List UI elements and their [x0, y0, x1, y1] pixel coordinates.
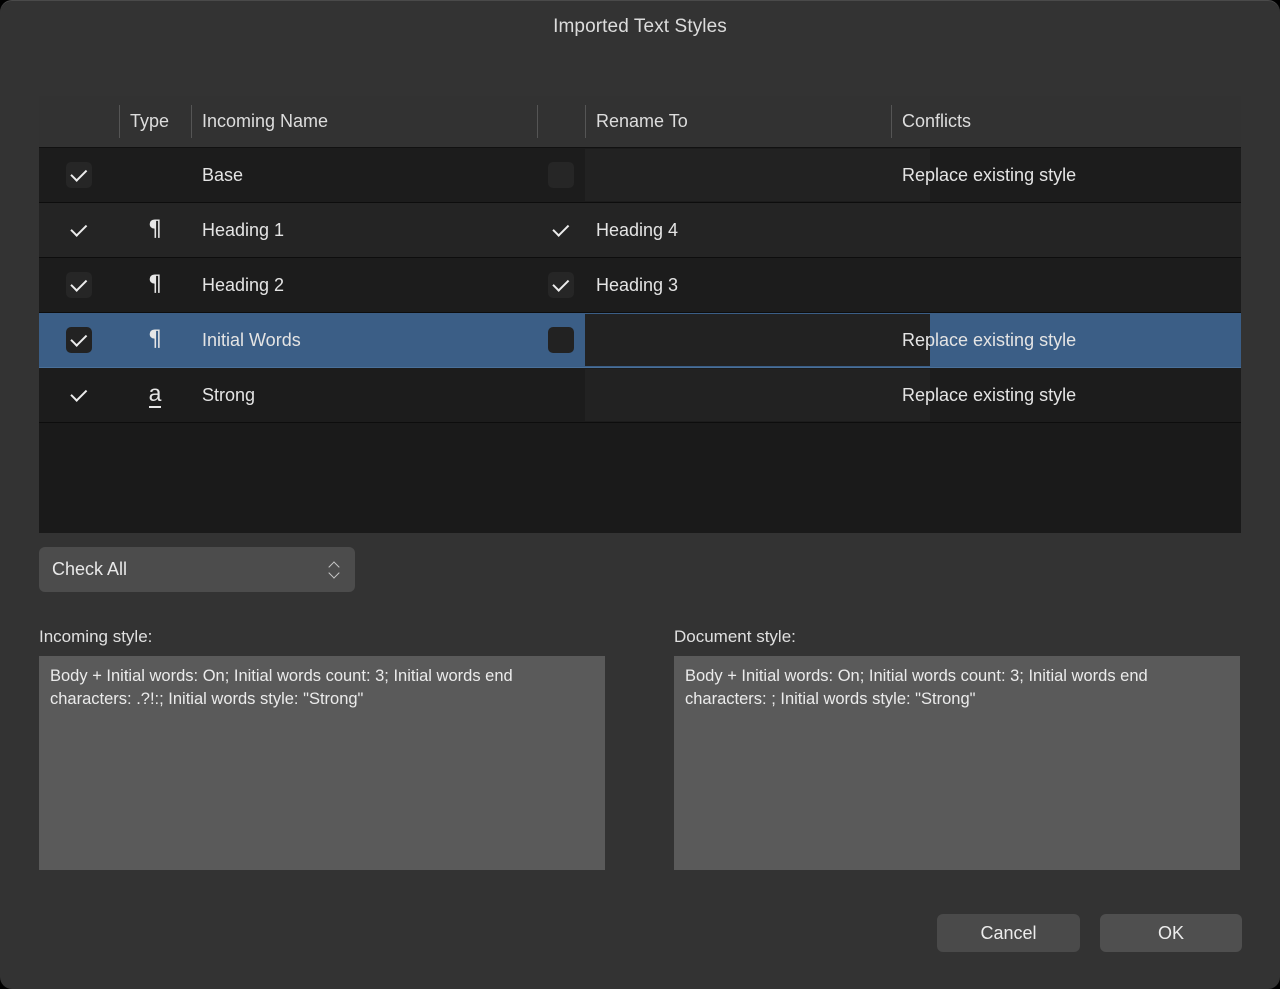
- row-rename-to-cell[interactable]: Heading 3: [585, 258, 891, 312]
- row-type-cell: a: [119, 368, 191, 422]
- row-include-cell: [39, 313, 119, 367]
- row-incoming-name-cell: Base: [191, 148, 537, 202]
- conflict-status-text: Replace existing style: [902, 384, 1077, 405]
- row-conflicts-cell: [891, 258, 1241, 312]
- ok-button[interactable]: OK: [1100, 914, 1242, 952]
- row-type-cell: ¶: [119, 258, 191, 312]
- row-conflicts-cell: Replace existing style: [891, 368, 1241, 422]
- chevron-updown-icon: [319, 562, 349, 577]
- cancel-button[interactable]: Cancel: [937, 914, 1080, 952]
- checkmark-icon: [69, 164, 87, 182]
- document-style-label: Document style:: [674, 627, 796, 646]
- page-title: Imported Text Styles: [553, 16, 727, 37]
- paragraph-style-icon: ¶: [148, 272, 162, 297]
- column-header-check[interactable]: [39, 96, 119, 147]
- table-body: Base Replace existing style ¶ Heading 1 Head…: [39, 148, 1241, 423]
- incoming-name-text: Initial Words: [202, 329, 301, 350]
- rename-checkbox[interactable]: [548, 272, 574, 298]
- character-style-icon: a: [148, 380, 162, 408]
- checkmark-icon: [69, 274, 87, 292]
- conflict-status-text: Replace existing style: [902, 329, 1077, 350]
- row-incoming-name-cell: Initial Words: [191, 313, 537, 367]
- row-conflicts-cell: Replace existing style: [891, 148, 1241, 202]
- row-rename-to-cell[interactable]: Heading 4: [585, 203, 891, 257]
- table-row[interactable]: a Strong Replace existing style: [39, 368, 1241, 423]
- row-rename-to-cell[interactable]: [585, 313, 891, 367]
- conflict-status-text: Replace existing style: [902, 164, 1077, 185]
- check-all-popup-button[interactable]: Check All: [39, 547, 355, 592]
- include-checkbox[interactable]: [66, 382, 92, 408]
- imported-text-styles-dialog: Imported Text Styles Type Incoming Name …: [0, 0, 1280, 989]
- checkmark-icon: [69, 329, 87, 347]
- row-rename-toggle-cell: [537, 258, 585, 312]
- column-header-rename-to[interactable]: Rename To: [585, 96, 891, 147]
- document-style-text: Body + Initial words: On; Initial words …: [685, 667, 1148, 708]
- incoming-name-text: Strong: [202, 384, 256, 405]
- row-rename-to-cell[interactable]: [585, 148, 891, 202]
- row-type-cell: ¶: [119, 203, 191, 257]
- row-type-cell: ¶: [119, 313, 191, 367]
- row-incoming-name-cell: Strong: [191, 368, 537, 422]
- column-header-conflicts[interactable]: Conflicts: [891, 96, 1241, 147]
- styles-table: Type Incoming Name Rename To Conflicts B…: [39, 96, 1241, 533]
- table-row[interactable]: ¶ Initial Words Replace existing style: [39, 313, 1241, 368]
- row-conflicts-cell: [891, 203, 1241, 257]
- incoming-style-text: Body + Initial words: On; Initial words …: [50, 667, 513, 708]
- table-row[interactable]: Base Replace existing style: [39, 148, 1241, 203]
- rename-checkbox[interactable]: [548, 162, 574, 188]
- row-incoming-name-cell: Heading 2: [191, 258, 537, 312]
- row-conflicts-cell: Replace existing style: [891, 313, 1241, 367]
- table-row[interactable]: ¶ Heading 1 Heading 4: [39, 203, 1241, 258]
- incoming-name-text: Heading 2: [202, 274, 285, 295]
- include-checkbox[interactable]: [66, 162, 92, 188]
- document-style-textbox[interactable]: Body + Initial words: On; Initial words …: [674, 656, 1240, 870]
- incoming-name-text: Heading 1: [202, 219, 285, 240]
- include-checkbox[interactable]: [66, 327, 92, 353]
- incoming-name-text: Base: [202, 164, 244, 185]
- dialog-title-bar: Imported Text Styles: [0, 1, 1280, 59]
- rename-to-text: Heading 4: [596, 219, 679, 240]
- column-header-rename-check[interactable]: [537, 96, 585, 147]
- row-include-cell: [39, 203, 119, 257]
- paragraph-style-icon: ¶: [148, 327, 162, 352]
- row-include-cell: [39, 368, 119, 422]
- row-rename-toggle-cell: [537, 313, 585, 367]
- row-rename-to-cell[interactable]: [585, 368, 891, 422]
- rename-checkbox[interactable]: [548, 217, 574, 243]
- paragraph-style-icon: ¶: [148, 217, 162, 242]
- table-row[interactable]: ¶ Heading 2 Heading 3: [39, 258, 1241, 313]
- column-header-incoming-name[interactable]: Incoming Name: [191, 96, 537, 147]
- rename-to-text: Heading 3: [596, 274, 679, 295]
- checkmark-icon: [551, 219, 569, 237]
- rename-checkbox[interactable]: [548, 382, 574, 408]
- table-header-row: Type Incoming Name Rename To Conflicts: [39, 96, 1241, 148]
- include-checkbox[interactable]: [66, 272, 92, 298]
- row-type-cell: [119, 148, 191, 202]
- rename-checkbox[interactable]: [548, 327, 574, 353]
- row-include-cell: [39, 148, 119, 202]
- incoming-style-textbox[interactable]: Body + Initial words: On; Initial words …: [39, 656, 605, 870]
- check-all-label: Check All: [52, 559, 128, 579]
- row-include-cell: [39, 258, 119, 312]
- incoming-style-label: Incoming style:: [39, 627, 153, 646]
- include-checkbox[interactable]: [66, 217, 92, 243]
- checkmark-icon: [69, 219, 87, 237]
- row-rename-toggle-cell: [537, 203, 585, 257]
- row-rename-toggle-cell: [537, 368, 585, 422]
- checkmark-icon: [551, 274, 569, 292]
- column-header-type[interactable]: Type: [119, 96, 191, 147]
- row-rename-toggle-cell: [537, 148, 585, 202]
- checkmark-icon: [69, 384, 87, 402]
- row-incoming-name-cell: Heading 1: [191, 203, 537, 257]
